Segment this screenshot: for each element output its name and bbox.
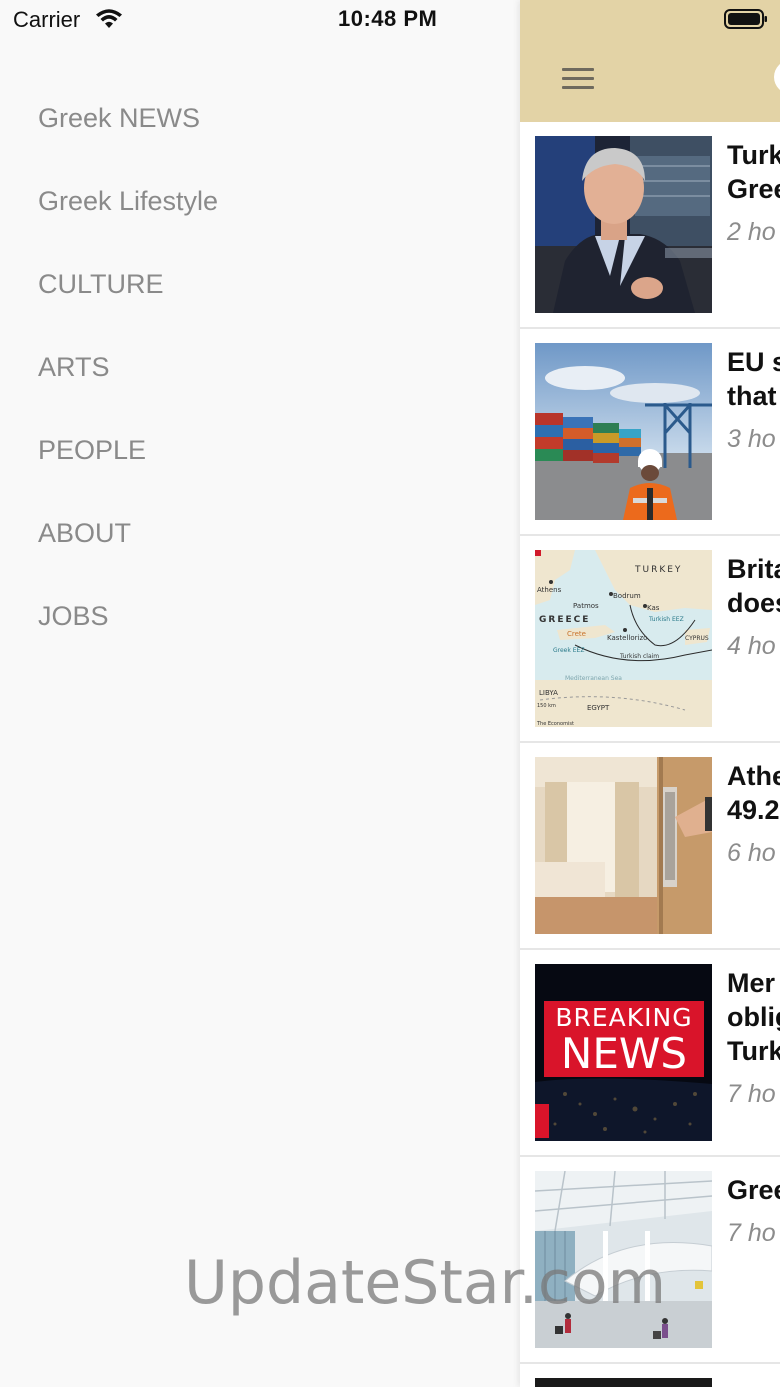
map-label: CYPRUS <box>685 635 709 642</box>
map-label: LIBYA <box>539 689 558 697</box>
search-button[interactable] <box>774 60 780 94</box>
map-label: GREECE <box>539 615 590 625</box>
side-menu: Greek NEWS Greek Lifestyle CULTURE ARTS … <box>0 0 520 1387</box>
map-label: TURKEY <box>634 565 682 575</box>
article-item[interactable]: EU s that 3 ho <box>520 329 780 536</box>
article-headline: Mer oblig Turk <box>727 968 780 1066</box>
article-time: 7 ho <box>727 1219 776 1247</box>
article-time: 7 ho <box>727 1080 776 1108</box>
carrier-label: Carrier <box>13 7 81 32</box>
article-time: 3 ho <box>727 425 776 453</box>
menu-item-jobs[interactable]: JOBS <box>38 596 218 679</box>
article-headline: Turk Gree <box>727 140 780 204</box>
article-item[interactable]: Athe 49.2 6 ho <box>520 743 780 950</box>
news-label: NEWS <box>561 1029 687 1078</box>
article-item[interactable]: BREAKING NEWS Mer oblig Turk 7 ho <box>520 950 780 1157</box>
breaking-label: BREAKING <box>555 1003 692 1032</box>
map-label: Crete <box>567 630 586 638</box>
map-label: Kas <box>647 604 660 612</box>
menu-item-greek-news[interactable]: Greek NEWS <box>38 98 218 181</box>
article-headline: Brita does <box>727 554 780 618</box>
container-port-photo <box>535 343 712 520</box>
article-headline: Gree <box>727 1175 780 1205</box>
breaking-news-image: BREAKING NEWS <box>535 964 712 1141</box>
article-item[interactable]: Turk Gree 2 ho <box>520 122 780 329</box>
article-time: 6 ho <box>727 839 776 867</box>
menu-item-people[interactable]: PEOPLE <box>38 430 218 513</box>
article-headline: Athe 49.2 <box>727 761 780 825</box>
map-label: Bodrum <box>613 592 641 600</box>
main-panel[interactable]: Turk Gree 2 ho <box>520 0 780 1387</box>
map-label: The Economist <box>536 721 574 727</box>
aegean-map-image: TURKEY GREECE Athens Bodrum Patmos Kas K… <box>535 550 712 727</box>
article-time: 4 ho <box>727 632 776 660</box>
article-headline: EU s that <box>727 347 780 411</box>
menu-item-greek-lifestyle[interactable]: Greek Lifestyle <box>38 181 218 264</box>
map-label: 150 km <box>537 703 556 709</box>
article-list: Turk Gree 2 ho <box>520 122 780 1387</box>
menu-list: Greek NEWS Greek Lifestyle CULTURE ARTS … <box>38 98 218 679</box>
map-label: Turkish claim <box>619 653 659 660</box>
map-label: EGYPT <box>587 704 610 712</box>
menu-item-arts[interactable]: ARTS <box>38 347 218 430</box>
wifi-icon <box>96 9 122 28</box>
map-label: Kastellorizo <box>607 634 647 642</box>
watermark: UpdateStar.com <box>184 1248 667 1318</box>
article-time: 2 ho <box>727 218 776 246</box>
article-item[interactable] <box>520 1364 780 1387</box>
map-label: Turkish EEZ <box>648 616 684 623</box>
battery-icon <box>724 9 767 29</box>
hotel-room-photo <box>535 757 712 934</box>
article-thumbnail <box>535 1378 712 1387</box>
map-label: Patmos <box>573 602 599 610</box>
map-label: Mediterranean Sea <box>565 675 622 682</box>
menu-item-about[interactable]: ABOUT <box>38 513 218 596</box>
map-label: Greek EEZ <box>553 647 584 654</box>
article-item[interactable]: TURKEY GREECE Athens Bodrum Patmos Kas K… <box>520 536 780 743</box>
menu-item-culture[interactable]: CULTURE <box>38 264 218 347</box>
app-screen: Greek NEWS Greek Lifestyle CULTURE ARTS … <box>0 0 780 1387</box>
map-label: Athens <box>537 586 562 594</box>
clock: 10:48 PM <box>338 6 438 31</box>
man-in-suit-photo <box>535 136 712 313</box>
status-bar: Carrier 10:48 PM <box>0 0 780 40</box>
hamburger-icon[interactable] <box>562 68 594 90</box>
